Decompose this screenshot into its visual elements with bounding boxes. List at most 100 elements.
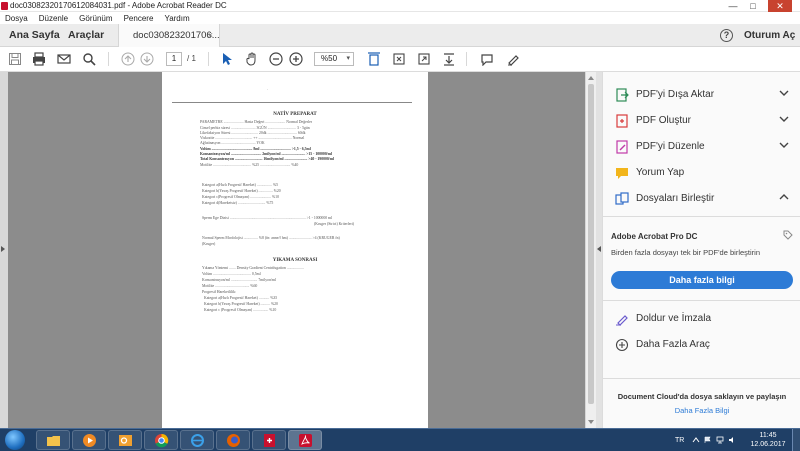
print-icon[interactable] [31, 51, 47, 67]
tab-tools[interactable]: Araçlar [68, 24, 104, 47]
toolbar-divider [108, 52, 109, 66]
doc-line: Sperm Ege Dizisi .......................… [202, 216, 333, 220]
hand-tool-icon[interactable] [244, 51, 260, 67]
zoom-in-icon[interactable] [288, 51, 304, 67]
tab-document[interactable]: doc030823201706... × [118, 24, 220, 47]
toolbar-divider [466, 52, 467, 66]
tool-edit-pdf[interactable]: PDF'yi Düzenle [603, 134, 800, 160]
taskbar-acrobat-pdf-app[interactable] [252, 430, 286, 450]
close-button[interactable]: ✕ [768, 0, 792, 12]
previous-page-icon[interactable] [120, 51, 136, 67]
pdf-app-icon [264, 434, 275, 447]
promo-title: Adobe Acrobat Pro DC [611, 232, 698, 241]
acrobat-window: doc03082320170612084031.pdf - Adobe Acro… [0, 0, 800, 451]
fit-page-icon[interactable] [366, 51, 382, 67]
select-tool-icon[interactable] [219, 51, 235, 67]
taskbar-firefox[interactable] [216, 430, 250, 450]
scroll-up-icon[interactable] [588, 76, 594, 80]
fill-sign-icon [616, 315, 628, 326]
tool-label: Daha Fazla Araç [636, 339, 710, 350]
acrobat-app-icon [1, 2, 8, 10]
doc-line: Normal Sperm Morfolojisi ...............… [202, 236, 340, 240]
tool-label: Yorum Yap [636, 167, 685, 178]
zoom-select[interactable]: %50 ▾ [314, 52, 354, 66]
combine-files-icon [615, 192, 629, 205]
tool-fill-sign[interactable]: Doldur ve İmzala [603, 306, 800, 332]
comment-icon[interactable] [479, 51, 495, 67]
doc-line: PARAMETRE ..................... Hasta De… [200, 120, 313, 124]
action-center-flag-icon[interactable] [704, 436, 712, 444]
chevron-down-icon[interactable] [779, 140, 789, 150]
tool-create-pdf[interactable]: PDF Oluştur [603, 108, 800, 134]
close-tab-icon[interactable]: × [208, 24, 213, 47]
doc-line: Kategori a(Hızlı Progresif Hareket) ....… [204, 296, 278, 300]
highlight-pen-icon[interactable] [505, 51, 521, 67]
cloud-promo-title: Document Cloud'da dosya saklayın ve payl… [617, 392, 787, 401]
doc-line: Yıkama Yöntemi ....... Density Gradient … [202, 266, 304, 270]
save-icon[interactable] [7, 51, 23, 67]
next-page-icon[interactable] [139, 51, 155, 67]
section-title-wash: YIKAMA SONRASI [272, 258, 318, 263]
page-total: / 1 [187, 54, 196, 63]
scrollbar-thumb[interactable] [588, 84, 594, 404]
taskbar-outlook[interactable] [108, 430, 142, 450]
chevron-up-icon[interactable] [779, 192, 789, 202]
volume-icon[interactable] [728, 436, 736, 444]
document-scrollbar[interactable] [585, 72, 596, 428]
comment-icon [616, 168, 628, 179]
tools-pane: PDF'yi Dışa Aktar PDF Oluştur PDF'yi Düz… [602, 72, 800, 428]
chevron-down-icon[interactable] [779, 88, 789, 98]
minimize-button[interactable]: — [724, 0, 742, 12]
doc-line: Motilite ...............................… [200, 163, 299, 167]
show-desktop-button[interactable] [792, 429, 800, 451]
tool-comment[interactable]: Yorum Yap [603, 160, 800, 186]
tool-label: Dosyaları Birleştir [636, 193, 715, 204]
learn-more-button[interactable]: Daha fazla bilgi [611, 271, 793, 289]
taskbar-media-player[interactable] [72, 430, 106, 450]
maximize-button[interactable]: □ [744, 0, 762, 12]
taskbar-internet-explorer[interactable] [180, 430, 214, 450]
page-marker: · [267, 88, 269, 92]
network-icon[interactable] [716, 436, 724, 444]
rotate-view-icon[interactable] [391, 51, 407, 67]
tool-label: PDF'yi Dışa Aktar [636, 89, 715, 100]
window-title: doc03082320170612084031.pdf - Adobe Acro… [10, 1, 227, 10]
start-button[interactable] [3, 429, 29, 451]
full-screen-icon[interactable] [416, 51, 432, 67]
chevron-left-icon [597, 246, 601, 252]
system-clock[interactable]: 11:45 12.06.2017 [748, 431, 788, 449]
tray-arrow-icon[interactable] [692, 436, 700, 444]
tool-combine-files[interactable]: Dosyaları Birleştir [603, 186, 800, 212]
page-number-input[interactable]: 1 [166, 52, 182, 66]
tab-home[interactable]: Ana Sayfa [9, 24, 60, 47]
input-language[interactable]: TR [675, 429, 684, 451]
chrome-icon [155, 433, 169, 448]
email-icon[interactable] [56, 51, 72, 67]
taskbar-explorer[interactable] [36, 430, 70, 450]
search-icon[interactable] [81, 51, 97, 67]
panel-divider [603, 378, 800, 379]
zoom-out-icon[interactable] [268, 51, 284, 67]
sign-in-button[interactable]: Oturum Aç [744, 24, 795, 47]
left-pane-toggle[interactable] [0, 72, 8, 428]
page-rule [172, 102, 412, 103]
help-icon[interactable]: ? [720, 29, 733, 42]
scroll-down-icon[interactable] [588, 420, 594, 424]
cloud-learn-more-link[interactable]: Daha Fazla Bilgi [603, 406, 800, 415]
pdf-page: · NATİV PREPARAT PARAMETRE .............… [162, 72, 428, 428]
tool-export-pdf[interactable]: PDF'yi Dışa Aktar [603, 82, 800, 108]
menu-bar: Dosya Düzenle Görünüm Pencere Yardım [0, 12, 800, 24]
taskbar-acrobat-reader[interactable] [288, 430, 322, 450]
acrobat-reader-icon [299, 434, 312, 447]
chevron-down-icon[interactable] [779, 114, 789, 124]
document-tab-label: doc030823201706... [133, 30, 220, 41]
scroll-mode-icon[interactable] [441, 51, 457, 67]
taskbar-chrome[interactable] [144, 430, 178, 450]
more-tools-icon [615, 338, 629, 352]
media-player-icon [83, 434, 96, 447]
tool-label: PDF'yi Düzenle [636, 141, 705, 152]
doc-line: Kategori a(Hızlı Progresif Hareket) ....… [202, 183, 279, 187]
section-title-native: NATİV PREPARAT [273, 112, 317, 117]
tool-more-tools[interactable]: Daha Fazla Araç [603, 332, 800, 358]
zoom-value: %50 [321, 54, 338, 63]
